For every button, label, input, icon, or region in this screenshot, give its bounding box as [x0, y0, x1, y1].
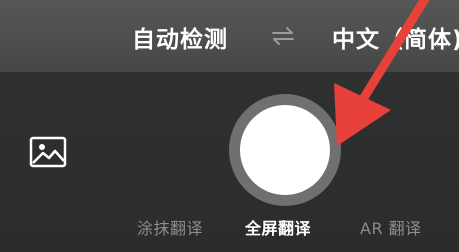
shutter-button[interactable] [229, 94, 341, 206]
target-language-label: 中文（简体) [332, 27, 459, 53]
language-selector-bar: 自动检测 中文（简体) [0, 0, 459, 72]
camera-translate-screen: 自动检测 中文（简体) 涂抹翻译 全屏翻译 AR 翻译 [0, 0, 459, 252]
swap-arrows-icon[interactable] [270, 26, 296, 46]
tab-smear-translate[interactable]: 涂抹翻译 [137, 215, 203, 239]
source-language-label: 自动检测 [132, 27, 228, 53]
image-gallery-icon[interactable] [29, 136, 67, 168]
source-language-button[interactable]: 自动检测 [132, 20, 228, 54]
shutter-inner-circle [240, 105, 330, 195]
tab-smear-translate-label: 涂抹翻译 [137, 219, 204, 238]
tab-ar-translate-label: AR 翻译 [360, 219, 422, 238]
target-language-button[interactable]: 中文（简体) [332, 20, 459, 54]
tab-ar-translate[interactable]: AR 翻译 [360, 215, 422, 239]
tab-fullscreen-translate[interactable]: 全屏翻译 [245, 215, 311, 239]
tab-fullscreen-translate-label: 全屏翻译 [245, 219, 312, 238]
